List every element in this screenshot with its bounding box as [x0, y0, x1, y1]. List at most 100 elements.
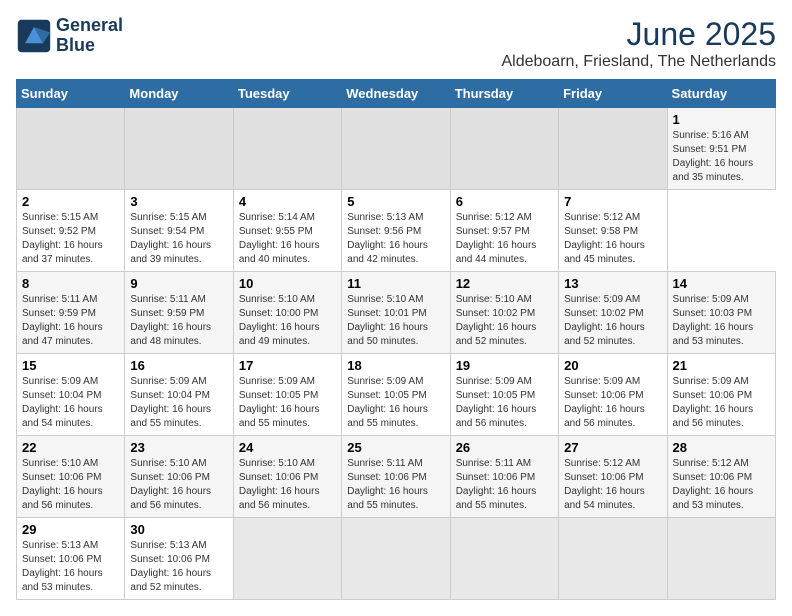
day-number: 6: [456, 194, 553, 209]
day-info: Sunrise: 5:14 AMSunset: 9:55 PMDaylight:…: [239, 211, 336, 267]
day-number: 1: [673, 112, 770, 127]
day-info: Sunrise: 5:12 AMSunset: 9:57 PMDaylight:…: [456, 211, 553, 267]
week-row-3: 15 Sunrise: 5:09 AMSunset: 10:04 PMDayli…: [17, 354, 776, 436]
day-info: Sunrise: 5:15 AMSunset: 9:52 PMDaylight:…: [22, 211, 119, 267]
day-number: 9: [130, 276, 227, 291]
day-info: Sunrise: 5:10 AMSunset: 10:06 PMDaylight…: [22, 457, 119, 513]
logo-icon: [16, 18, 52, 54]
day-cell-19: 19 Sunrise: 5:09 AMSunset: 10:05 PMDayli…: [450, 354, 558, 436]
day-cell-25: 25 Sunrise: 5:11 AMSunset: 10:06 PMDayli…: [342, 436, 450, 518]
day-cell-6: 6 Sunrise: 5:12 AMSunset: 9:57 PMDayligh…: [450, 190, 558, 272]
day-info: Sunrise: 5:09 AMSunset: 10:05 PMDaylight…: [239, 375, 336, 431]
day-info: Sunrise: 5:12 AMSunset: 10:06 PMDaylight…: [673, 457, 770, 513]
day-number: 4: [239, 194, 336, 209]
day-number: 16: [130, 358, 227, 373]
empty-cell: [233, 518, 341, 600]
day-number: 25: [347, 440, 444, 455]
location-title: Aldeboarn, Friesland, The Netherlands: [501, 53, 776, 71]
day-info: Sunrise: 5:13 AMSunset: 10:06 PMDaylight…: [22, 539, 119, 595]
day-cell-29: 29 Sunrise: 5:13 AMSunset: 10:06 PMDayli…: [17, 518, 125, 600]
day-cell-21: 21 Sunrise: 5:09 AMSunset: 10:06 PMDayli…: [667, 354, 775, 436]
col-header-sunday: Sunday: [17, 80, 125, 108]
day-number: 2: [22, 194, 119, 209]
day-cell-9: 9 Sunrise: 5:11 AMSunset: 9:59 PMDayligh…: [125, 272, 233, 354]
day-cell-7: 7 Sunrise: 5:12 AMSunset: 9:58 PMDayligh…: [559, 190, 667, 272]
day-number: 5: [347, 194, 444, 209]
day-cell-10: 10 Sunrise: 5:10 AMSunset: 10:00 PMDayli…: [233, 272, 341, 354]
day-cell-3: 3 Sunrise: 5:15 AMSunset: 9:54 PMDayligh…: [125, 190, 233, 272]
col-header-wednesday: Wednesday: [342, 80, 450, 108]
header: General Blue June 2025 Aldeboarn, Friesl…: [16, 16, 776, 71]
day-info: Sunrise: 5:10 AMSunset: 10:06 PMDaylight…: [239, 457, 336, 513]
title-area: June 2025 Aldeboarn, Friesland, The Neth…: [501, 16, 776, 71]
day-number: 3: [130, 194, 227, 209]
day-cell-4: 4 Sunrise: 5:14 AMSunset: 9:55 PMDayligh…: [233, 190, 341, 272]
calendar-header-row: SundayMondayTuesdayWednesdayThursdayFrid…: [17, 80, 776, 108]
day-number: 7: [564, 194, 661, 209]
day-info: Sunrise: 5:11 AMSunset: 10:06 PMDaylight…: [347, 457, 444, 513]
empty-cell: [342, 108, 450, 190]
day-cell-13: 13 Sunrise: 5:09 AMSunset: 10:02 PMDayli…: [559, 272, 667, 354]
day-cell-1: 1 Sunrise: 5:16 AMSunset: 9:51 PMDayligh…: [667, 108, 775, 190]
day-info: Sunrise: 5:13 AMSunset: 9:56 PMDaylight:…: [347, 211, 444, 267]
empty-cell: [450, 108, 558, 190]
empty-cell: [17, 108, 125, 190]
day-cell-24: 24 Sunrise: 5:10 AMSunset: 10:06 PMDayli…: [233, 436, 341, 518]
day-info: Sunrise: 5:13 AMSunset: 10:06 PMDaylight…: [130, 539, 227, 595]
day-info: Sunrise: 5:11 AMSunset: 9:59 PMDaylight:…: [22, 293, 119, 349]
day-number: 27: [564, 440, 661, 455]
day-cell-30: 30 Sunrise: 5:13 AMSunset: 10:06 PMDayli…: [125, 518, 233, 600]
logo: General Blue: [16, 16, 123, 56]
empty-cell: [450, 518, 558, 600]
day-number: 18: [347, 358, 444, 373]
day-info: Sunrise: 5:09 AMSunset: 10:03 PMDaylight…: [673, 293, 770, 349]
day-info: Sunrise: 5:11 AMSunset: 9:59 PMDaylight:…: [130, 293, 227, 349]
day-info: Sunrise: 5:12 AMSunset: 9:58 PMDaylight:…: [564, 211, 661, 267]
day-info: Sunrise: 5:09 AMSunset: 10:04 PMDaylight…: [22, 375, 119, 431]
day-info: Sunrise: 5:10 AMSunset: 10:06 PMDaylight…: [130, 457, 227, 513]
day-number: 14: [673, 276, 770, 291]
day-cell-26: 26 Sunrise: 5:11 AMSunset: 10:06 PMDayli…: [450, 436, 558, 518]
empty-cell: [125, 108, 233, 190]
day-cell-2: 2 Sunrise: 5:15 AMSunset: 9:52 PMDayligh…: [17, 190, 125, 272]
day-cell-11: 11 Sunrise: 5:10 AMSunset: 10:01 PMDayli…: [342, 272, 450, 354]
empty-cell: [559, 518, 667, 600]
day-cell-5: 5 Sunrise: 5:13 AMSunset: 9:56 PMDayligh…: [342, 190, 450, 272]
day-info: Sunrise: 5:10 AMSunset: 10:01 PMDaylight…: [347, 293, 444, 349]
day-number: 15: [22, 358, 119, 373]
day-number: 13: [564, 276, 661, 291]
day-cell-27: 27 Sunrise: 5:12 AMSunset: 10:06 PMDayli…: [559, 436, 667, 518]
col-header-saturday: Saturday: [667, 80, 775, 108]
col-header-thursday: Thursday: [450, 80, 558, 108]
day-info: Sunrise: 5:15 AMSunset: 9:54 PMDaylight:…: [130, 211, 227, 267]
day-number: 22: [22, 440, 119, 455]
day-number: 10: [239, 276, 336, 291]
week-row-0: 1 Sunrise: 5:16 AMSunset: 9:51 PMDayligh…: [17, 108, 776, 190]
empty-cell: [559, 108, 667, 190]
week-row-5: 29 Sunrise: 5:13 AMSunset: 10:06 PMDayli…: [17, 518, 776, 600]
day-number: 28: [673, 440, 770, 455]
day-cell-12: 12 Sunrise: 5:10 AMSunset: 10:02 PMDayli…: [450, 272, 558, 354]
day-cell-8: 8 Sunrise: 5:11 AMSunset: 9:59 PMDayligh…: [17, 272, 125, 354]
day-info: Sunrise: 5:11 AMSunset: 10:06 PMDaylight…: [456, 457, 553, 513]
day-info: Sunrise: 5:09 AMSunset: 10:02 PMDaylight…: [564, 293, 661, 349]
day-number: 21: [673, 358, 770, 373]
day-number: 12: [456, 276, 553, 291]
month-title: June 2025: [501, 16, 776, 53]
day-cell-18: 18 Sunrise: 5:09 AMSunset: 10:05 PMDayli…: [342, 354, 450, 436]
day-info: Sunrise: 5:09 AMSunset: 10:04 PMDaylight…: [130, 375, 227, 431]
day-cell-15: 15 Sunrise: 5:09 AMSunset: 10:04 PMDayli…: [17, 354, 125, 436]
day-number: 23: [130, 440, 227, 455]
day-info: Sunrise: 5:09 AMSunset: 10:05 PMDaylight…: [347, 375, 444, 431]
day-info: Sunrise: 5:09 AMSunset: 10:06 PMDaylight…: [564, 375, 661, 431]
day-number: 24: [239, 440, 336, 455]
day-info: Sunrise: 5:10 AMSunset: 10:00 PMDaylight…: [239, 293, 336, 349]
calendar-body: 1 Sunrise: 5:16 AMSunset: 9:51 PMDayligh…: [17, 108, 776, 600]
day-info: Sunrise: 5:09 AMSunset: 10:05 PMDaylight…: [456, 375, 553, 431]
day-info: Sunrise: 5:12 AMSunset: 10:06 PMDaylight…: [564, 457, 661, 513]
day-cell-17: 17 Sunrise: 5:09 AMSunset: 10:05 PMDayli…: [233, 354, 341, 436]
day-cell-14: 14 Sunrise: 5:09 AMSunset: 10:03 PMDayli…: [667, 272, 775, 354]
day-number: 20: [564, 358, 661, 373]
day-number: 8: [22, 276, 119, 291]
col-header-tuesday: Tuesday: [233, 80, 341, 108]
